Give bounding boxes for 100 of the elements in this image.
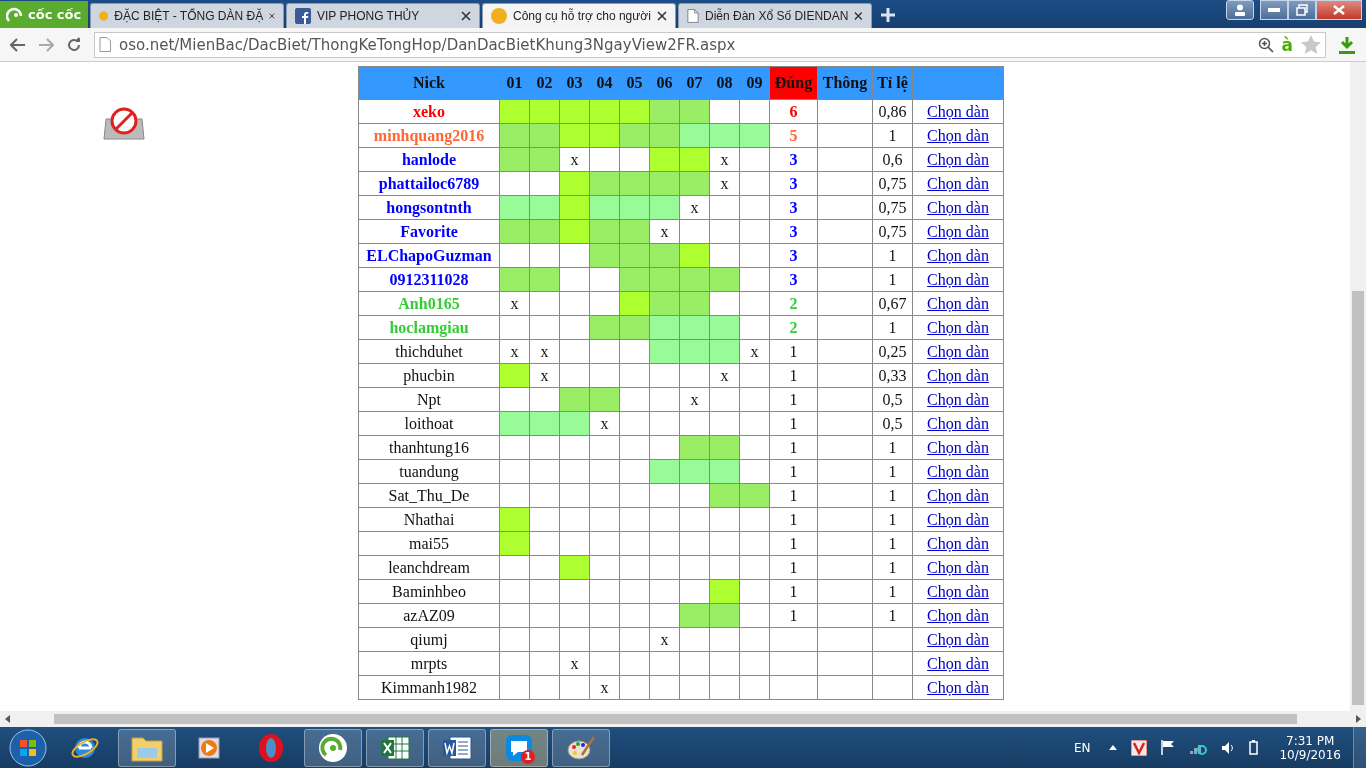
tab-title: VIP PHONG THỦY xyxy=(317,9,421,23)
correct-count-cell: 1 xyxy=(769,483,818,508)
scroll-left-icon[interactable] xyxy=(5,715,10,723)
minimize-button[interactable] xyxy=(1260,0,1288,20)
spreadsheet-icon xyxy=(380,733,410,762)
opera-icon xyxy=(257,732,285,763)
close-icon xyxy=(1332,5,1346,15)
taskbar-app[interactable] xyxy=(552,728,610,767)
ratio-cell: 1 xyxy=(872,579,913,604)
nick-cell: mrpts xyxy=(358,651,500,676)
ratio-cell: 0,86 xyxy=(872,99,913,124)
browser-tab[interactable]: ĐẶC BIỆT - TỔNG DÀN ĐẶ xyxy=(90,3,284,28)
vertical-scrollbar[interactable] xyxy=(1350,62,1366,711)
correct-count-cell: 2 xyxy=(769,315,818,340)
nick-cell: Nhathai xyxy=(358,507,500,532)
correct-count-cell: 3 xyxy=(769,267,818,292)
scroll-right-icon[interactable] xyxy=(1356,715,1361,723)
nick-cell: phucbin xyxy=(358,363,500,388)
address-bar[interactable]: oso.net/MienBac/DacBiet/ThongKeTongHop/DanDacBietKhung3NgayView2FR.aspx à xyxy=(94,31,1326,58)
back-icon[interactable] xyxy=(10,37,26,52)
caret-up-icon[interactable] xyxy=(1109,745,1118,750)
facebook-icon xyxy=(295,8,311,24)
browser-leaf-icon xyxy=(318,732,348,763)
browser-tab[interactable]: Công cụ hỗ trợ cho người xyxy=(482,3,676,28)
correct-count-cell: 1 xyxy=(769,411,818,436)
table-cell: x xyxy=(559,651,590,676)
table-cell: x xyxy=(649,627,680,652)
volume-icon[interactable] xyxy=(1221,740,1236,755)
page-icon xyxy=(687,8,699,24)
ratio-cell: 1 xyxy=(872,459,913,484)
correct-count-cell: 6 xyxy=(769,99,818,124)
battery-icon[interactable] xyxy=(1249,740,1259,755)
ratio-cell: 0,5 xyxy=(872,387,913,412)
browser-tab[interactable]: VIP PHONG THỦY xyxy=(286,3,480,28)
close-icon[interactable] xyxy=(461,11,471,21)
table-cell: x xyxy=(559,147,590,172)
taskbar-app[interactable]: 1 xyxy=(490,728,548,767)
table-cell: x xyxy=(499,291,530,316)
taskbar-app[interactable] xyxy=(304,728,362,767)
column-header: 07 xyxy=(679,66,710,100)
column-header: Nick xyxy=(358,66,500,100)
table-cell: x xyxy=(679,387,710,412)
correct-count-cell: 1 xyxy=(769,435,818,460)
taskbar-app[interactable] xyxy=(366,728,424,767)
clock-time: 7:31 PM xyxy=(1286,733,1335,748)
scrollbar-thumb[interactable] xyxy=(54,714,1297,724)
column-header: 06 xyxy=(649,66,680,100)
taskbar-app[interactable] xyxy=(428,728,486,767)
star-icon[interactable] xyxy=(1301,35,1321,54)
correct-count-cell: 1 xyxy=(769,387,818,412)
close-icon[interactable] xyxy=(657,11,667,21)
table-cell: x xyxy=(529,339,560,364)
table-cell: x xyxy=(589,675,620,700)
ratio-cell: 0,75 xyxy=(872,219,913,244)
scrollbar-thumb[interactable] xyxy=(1352,291,1364,705)
nick-cell: thichduhet xyxy=(358,339,500,364)
nick-cell: Sat_Thu_De xyxy=(358,483,500,508)
nick-cell: minhquang2016 xyxy=(358,123,500,148)
nick-cell: mai55 xyxy=(358,531,500,556)
reload-icon[interactable] xyxy=(66,36,82,53)
flag-icon[interactable] xyxy=(1161,740,1176,755)
correct-count-cell: 3 xyxy=(769,195,818,220)
nick-cell: Favorite xyxy=(358,219,500,244)
language-indicator[interactable]: EN xyxy=(1073,740,1091,755)
new-tab-icon[interactable] xyxy=(880,7,896,23)
table-cell: x xyxy=(739,339,770,364)
close-icon[interactable] xyxy=(854,11,863,21)
ratio-cell: 1 xyxy=(872,267,913,292)
correct-count-cell: 3 xyxy=(769,171,818,196)
table-cell: x xyxy=(529,363,560,388)
page-icon xyxy=(99,37,111,52)
ratio-cell: 0,5 xyxy=(872,411,913,436)
nick-cell: Anh0165 xyxy=(358,291,500,316)
horizontal-scrollbar[interactable] xyxy=(0,711,1366,727)
table-cell: x xyxy=(709,363,740,388)
close-icon[interactable] xyxy=(269,11,275,21)
nick-cell: 0912311028 xyxy=(358,267,500,292)
maximize-button[interactable] xyxy=(1288,0,1316,20)
correct-count-cell: 5 xyxy=(769,123,818,148)
download-icon[interactable] xyxy=(1338,35,1356,54)
taskbar-app[interactable] xyxy=(118,728,176,767)
close-button[interactable] xyxy=(1316,0,1362,20)
profile-button[interactable] xyxy=(1226,0,1254,20)
browser-tab[interactable]: Diễn Đàn Xổ Số DIENDAN xyxy=(678,3,872,28)
clock[interactable]: 7:31 PM 10/9/2016 xyxy=(1279,733,1341,762)
start-button[interactable] xyxy=(9,728,47,767)
correct-count-cell: 1 xyxy=(769,531,818,556)
column-header: 05 xyxy=(619,66,650,100)
zoom-icon[interactable] xyxy=(1257,36,1274,53)
correct-count-cell: 1 xyxy=(769,579,818,604)
correct-count-cell: 1 xyxy=(769,339,818,364)
ratio-cell: 0,25 xyxy=(872,339,913,364)
column-header: Tỉ lệ xyxy=(872,66,913,100)
nick-cell: Npt xyxy=(358,387,500,412)
ratio-cell: 1 xyxy=(872,123,913,148)
ratio-cell: 1 xyxy=(872,315,913,340)
v-app-icon[interactable] xyxy=(1131,739,1148,756)
nick-cell: hanlode xyxy=(358,147,500,172)
nick-cell: hoclamgiau xyxy=(358,315,500,340)
column-header: 01 xyxy=(499,66,530,100)
